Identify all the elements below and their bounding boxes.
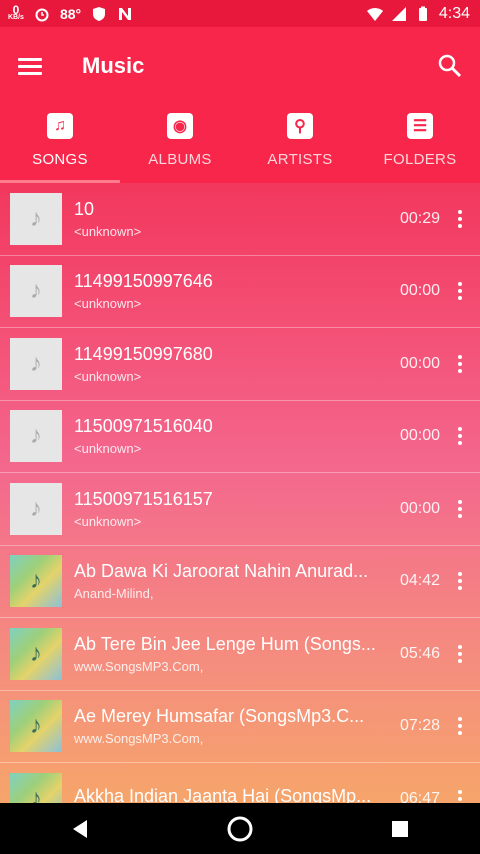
list-item[interactable]: ♪ Ae Merey Humsafar (SongsMp3.C... www.So… xyxy=(0,691,480,763)
music-note-icon: ♪ xyxy=(10,410,62,463)
tab-label: ALBUMS xyxy=(148,151,212,168)
song-duration: 07:28 xyxy=(399,717,440,735)
list-item[interactable]: ♪ 11500971516040 <unknown> 00:00 xyxy=(0,401,480,473)
signal-icon xyxy=(391,6,406,21)
music-note-icon: ♪ xyxy=(10,337,62,390)
song-artist: www.SongsMP3.Com, xyxy=(74,731,204,747)
back-button[interactable] xyxy=(60,809,100,849)
navigation-bar xyxy=(0,803,480,854)
tab-bar: ♫ SONGS ◉ ALBUMS ⚲ ARTISTS ☰ FOLDERS xyxy=(0,105,480,183)
list-item[interactable]: ♪ Ab Tere Bin Jee Lenge Hum (Songs... www… xyxy=(0,618,480,691)
song-title: 11500971516040 xyxy=(74,416,213,437)
song-duration: 05:46 xyxy=(399,644,440,662)
menu-button[interactable] xyxy=(18,51,48,81)
more-options-icon[interactable] xyxy=(440,209,480,228)
more-options-icon[interactable] xyxy=(440,789,480,803)
album-art: ♪ xyxy=(10,555,62,608)
page-title: Music xyxy=(82,53,145,78)
wifi-icon xyxy=(366,7,383,21)
more-options-icon[interactable] xyxy=(440,644,480,663)
song-duration: 06:47 xyxy=(399,789,440,803)
song-artist: www.SongsMP3.Com, xyxy=(74,658,204,674)
mic-icon: ⚲ xyxy=(287,113,313,139)
tab-label: SONGS xyxy=(32,151,88,168)
list-item[interactable]: ♪ 11499150997646 <unknown> 00:00 xyxy=(0,256,480,328)
tab-label: FOLDERS xyxy=(383,151,457,168)
song-title: Akkha Indian Jaanta Hai (SongsMp... xyxy=(74,786,372,803)
song-title: Ae Merey Humsafar (SongsMp3.C... xyxy=(74,706,365,727)
status-bar: 0 KB/s 88° 4:34 xyxy=(0,0,480,27)
music-note-icon: ♪ xyxy=(10,192,62,245)
list-item[interactable]: ♪ Ab Dawa Ki Jaroorat Nahin Anurad... Ana… xyxy=(0,546,480,618)
n-icon xyxy=(119,7,132,20)
song-artist: <unknown> xyxy=(74,441,142,457)
song-title: 11499150997680 xyxy=(74,343,213,364)
song-title: Ab Tere Bin Jee Lenge Hum (Songs... xyxy=(74,633,376,654)
recents-icon xyxy=(392,820,408,837)
battery-icon xyxy=(418,6,427,21)
list-item[interactable]: ♪ 10 <unknown> 00:29 xyxy=(0,183,480,256)
back-icon xyxy=(73,819,87,838)
song-title: Ab Dawa Ki Jaroorat Nahin Anurad... xyxy=(74,561,369,582)
song-duration: 00:29 xyxy=(399,209,440,227)
album-art: ♪ xyxy=(10,700,62,753)
song-duration: 00:00 xyxy=(399,282,440,300)
clock: 4:34 xyxy=(438,4,470,22)
album-art: ♪ xyxy=(10,772,62,803)
alarm-icon xyxy=(35,8,49,21)
song-artist: Anand-Milind, xyxy=(74,586,154,602)
song-title: 10 xyxy=(74,198,95,219)
disc-icon: ◉ xyxy=(167,113,193,139)
more-options-icon[interactable] xyxy=(440,427,480,446)
shield-icon xyxy=(93,6,106,21)
recents-button[interactable] xyxy=(380,809,420,849)
home-button[interactable] xyxy=(220,809,260,849)
list-item[interactable]: ♪ 11499150997680 <unknown> 00:00 xyxy=(0,328,480,401)
song-title: 11499150997646 xyxy=(74,271,213,292)
list-icon: ☰ xyxy=(407,113,433,139)
song-artist: <unknown> xyxy=(74,368,142,384)
more-options-icon[interactable] xyxy=(440,499,480,518)
more-options-icon[interactable] xyxy=(440,572,480,591)
tab-label: ARTISTS xyxy=(267,151,333,168)
song-list[interactable]: ♪ 10 <unknown> 00:29 ♪ 11499150997646 <unk… xyxy=(0,183,480,803)
list-item[interactable]: ♪ Akkha Indian Jaanta Hai (SongsMp... 06… xyxy=(0,763,480,803)
music-note-icon: ♫ xyxy=(47,113,73,139)
song-artist: <unknown> xyxy=(74,223,142,239)
more-options-icon[interactable] xyxy=(440,354,480,373)
speed-unit: KB/s xyxy=(8,13,24,21)
song-artist: <unknown> xyxy=(74,296,142,312)
song-duration: 00:00 xyxy=(399,499,440,517)
music-note-icon: ♪ xyxy=(10,265,62,318)
temperature: 88° xyxy=(59,5,82,22)
list-item[interactable]: ♪ 11500971516157 <unknown> 00:00 xyxy=(0,473,480,546)
album-art: ♪ xyxy=(10,627,62,680)
tab-folders[interactable]: ☰ FOLDERS xyxy=(360,105,480,183)
tab-songs[interactable]: ♫ SONGS xyxy=(0,105,120,183)
tab-albums[interactable]: ◉ ALBUMS xyxy=(120,105,240,183)
network-speed: 0 KB/s xyxy=(8,2,24,22)
speed-value: 0 xyxy=(12,2,20,17)
music-note-icon: ♪ xyxy=(10,482,62,535)
tab-artists[interactable]: ⚲ ARTISTS xyxy=(240,105,360,183)
song-duration: 00:00 xyxy=(399,427,440,445)
more-options-icon[interactable] xyxy=(440,282,480,301)
song-duration: 04:42 xyxy=(399,572,440,590)
search-icon[interactable] xyxy=(436,52,464,80)
more-options-icon[interactable] xyxy=(440,717,480,736)
song-title: 11500971516157 xyxy=(74,488,213,509)
home-icon xyxy=(227,816,253,841)
song-duration: 00:00 xyxy=(399,354,440,372)
app-bar: Music xyxy=(0,27,480,105)
song-artist: <unknown> xyxy=(74,513,142,529)
